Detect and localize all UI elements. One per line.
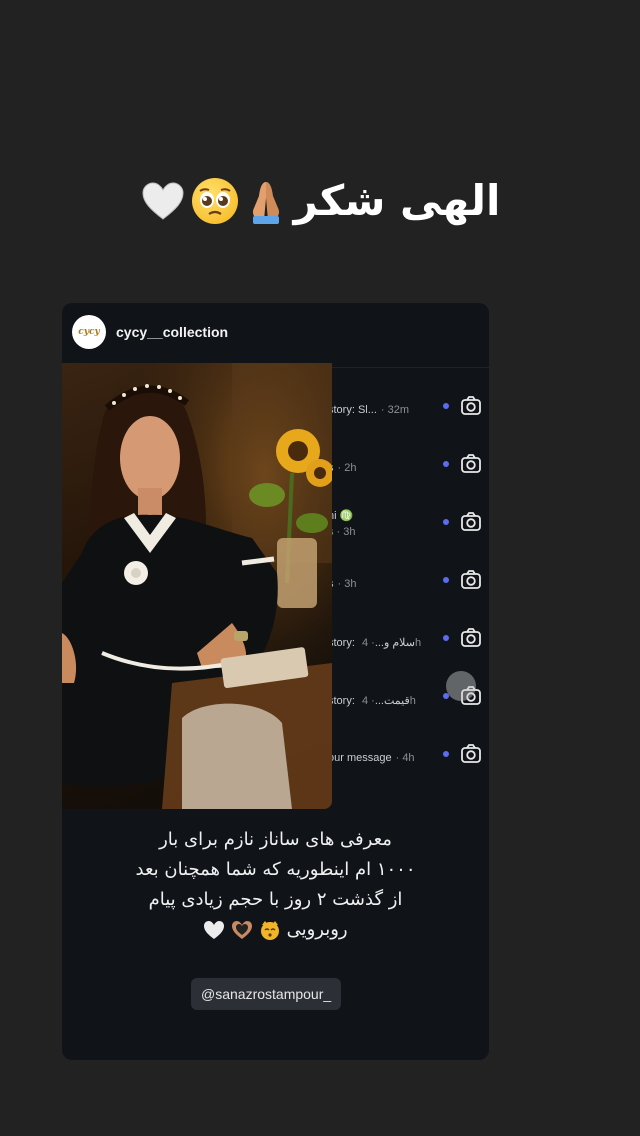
caption-line-last: روبرویی: [62, 915, 489, 945]
post-username[interactable]: cycy__collection: [116, 324, 228, 340]
post-photo[interactable]: [62, 363, 332, 809]
kissing-cat-emoji: [260, 921, 279, 940]
list-item: story: Sl... · 32m: [322, 378, 489, 436]
touch-indicator: [446, 671, 476, 701]
dm-time: · 2h: [337, 462, 357, 474]
list-item: s· 2h: [322, 436, 489, 494]
camera-icon: [461, 454, 481, 473]
dm-time: · 32m: [380, 404, 410, 416]
dm-time: · 3h: [337, 578, 357, 590]
mention-sticker[interactable]: @sanazrostampour_: [191, 978, 342, 1010]
dm-time: s · 3h: [328, 526, 356, 538]
pray-emoji: [244, 178, 288, 224]
unread-dot-icon: [443, 403, 449, 409]
unread-dot-icon: [443, 635, 449, 641]
shared-post-card[interactable]: cycy cycy__collection story: Sl... · 32m …: [62, 303, 489, 1060]
avatar-logo-text: cycy: [78, 327, 100, 337]
caption-line: از گذشت ۲ روز با حجم زیادی پیام: [148, 889, 403, 910]
unread-dot-icon: [443, 461, 449, 467]
heart-hands-emoji: [232, 921, 253, 939]
list-item: ni ♍ s · 3h: [322, 494, 489, 552]
list-item: s· 3h: [322, 552, 489, 610]
unread-dot-icon: [443, 519, 449, 525]
list-item: story: سلام و...· 4h: [322, 610, 489, 668]
dm-preview: story: Sl...: [328, 404, 377, 416]
list-item: our message · 4h: [322, 726, 489, 784]
camera-icon: [461, 512, 481, 531]
post-header[interactable]: cycy cycy__collection: [62, 303, 489, 361]
dm-preview: our message: [328, 752, 392, 764]
caption-line: روبرویی: [286, 919, 348, 940]
unread-dot-icon: [443, 577, 449, 583]
camera-icon: [461, 628, 481, 647]
story-caption: الهی شکر: [0, 176, 640, 225]
white-heart-emoji: [204, 921, 225, 939]
white-heart-emoji: [140, 178, 186, 224]
camera-icon: [461, 396, 481, 415]
dm-list-screenshot: story: Sl...· 32m s· 2h ni ♍s · 3h s· 3h…: [322, 378, 489, 808]
caption-text: الهی شکر: [293, 176, 501, 225]
caption-line: معرفی های ساناز نازم برای بار: [159, 829, 392, 850]
dm-time: · 4h: [395, 752, 415, 764]
post-caption: معرفی های ساناز نازم برای بار ۱۰۰۰ ام ای…: [62, 825, 489, 945]
unread-dot-icon: [443, 751, 449, 757]
avatar[interactable]: cycy: [72, 315, 106, 349]
camera-icon: [461, 570, 481, 589]
caption-line: ۱۰۰۰ ام اینطوریه که شما همچنان بعد: [135, 859, 416, 880]
camera-icon: [461, 744, 481, 763]
pleading-face-emoji: [191, 177, 238, 224]
